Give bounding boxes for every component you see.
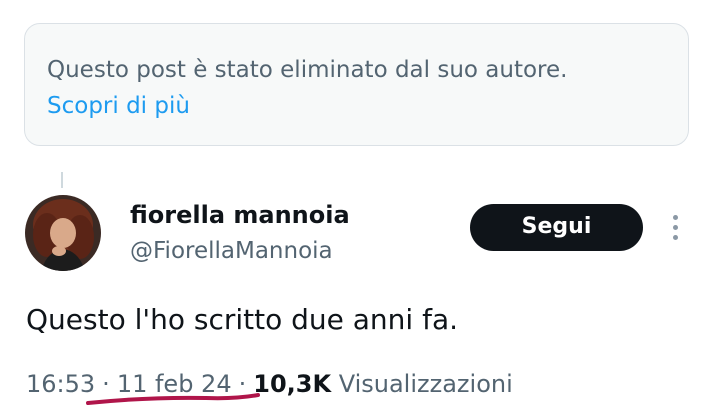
- deleted-post-message: Questo post è stato eliminato dal suo au…: [47, 57, 568, 83]
- tweet-text: Questo l'ho scritto due anni fa.: [26, 303, 459, 336]
- more-dot: [672, 214, 678, 220]
- more-dot: [672, 234, 678, 240]
- tweet-date[interactable]: 11 feb 24: [117, 370, 232, 398]
- meta-separator: ·: [238, 370, 247, 398]
- deleted-post-notice: Questo post è stato eliminato dal suo au…: [24, 23, 689, 146]
- avatar-image: [25, 195, 101, 271]
- author-handle[interactable]: @FiorellaMannoia: [130, 236, 333, 266]
- views-label: Visualizzazioni: [338, 370, 513, 398]
- more-dot: [672, 224, 678, 230]
- meta-separator: ·: [102, 370, 110, 398]
- author-display-name[interactable]: fiorella mannoia: [130, 200, 350, 230]
- tweet-meta: 16:53 · 11 feb 24 · 10,3K Visualizzazioni: [26, 369, 513, 399]
- follow-button[interactable]: Segui: [470, 204, 643, 251]
- tweet-time[interactable]: 16:53: [26, 370, 95, 398]
- learn-more-link[interactable]: Scopri di più: [47, 91, 190, 121]
- views-count: 10,3K: [253, 370, 332, 398]
- avatar[interactable]: [25, 195, 101, 271]
- more-vertical-icon[interactable]: [666, 210, 684, 244]
- thread-connector-line: [61, 172, 63, 188]
